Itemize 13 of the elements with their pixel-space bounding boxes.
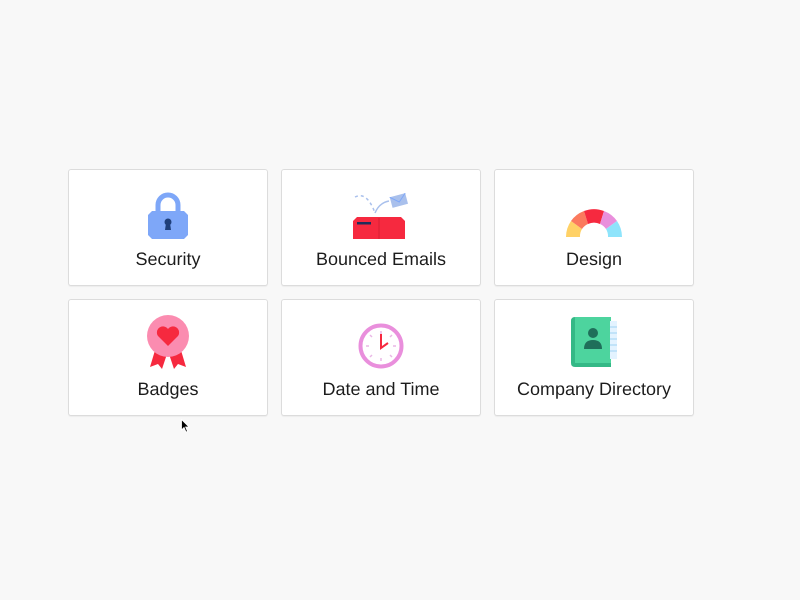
color-wheel-icon bbox=[566, 209, 622, 239]
award-ribbon-icon bbox=[146, 315, 190, 369]
cursor-icon bbox=[181, 419, 190, 433]
settings-tile[interactable]: Bounced Emails bbox=[281, 169, 481, 286]
settings-tile[interactable]: Date and Time bbox=[281, 299, 481, 416]
padlock-icon bbox=[148, 191, 188, 239]
settings-tile[interactable]: Security bbox=[68, 169, 268, 286]
settings-tile[interactable]: Badges bbox=[68, 299, 268, 416]
address-book-icon bbox=[571, 317, 617, 369]
mailbox-icon bbox=[353, 193, 409, 239]
settings-tile[interactable]: Design bbox=[494, 169, 694, 286]
clock-icon bbox=[358, 323, 404, 369]
settings-tile[interactable]: Company Directory bbox=[494, 299, 694, 416]
